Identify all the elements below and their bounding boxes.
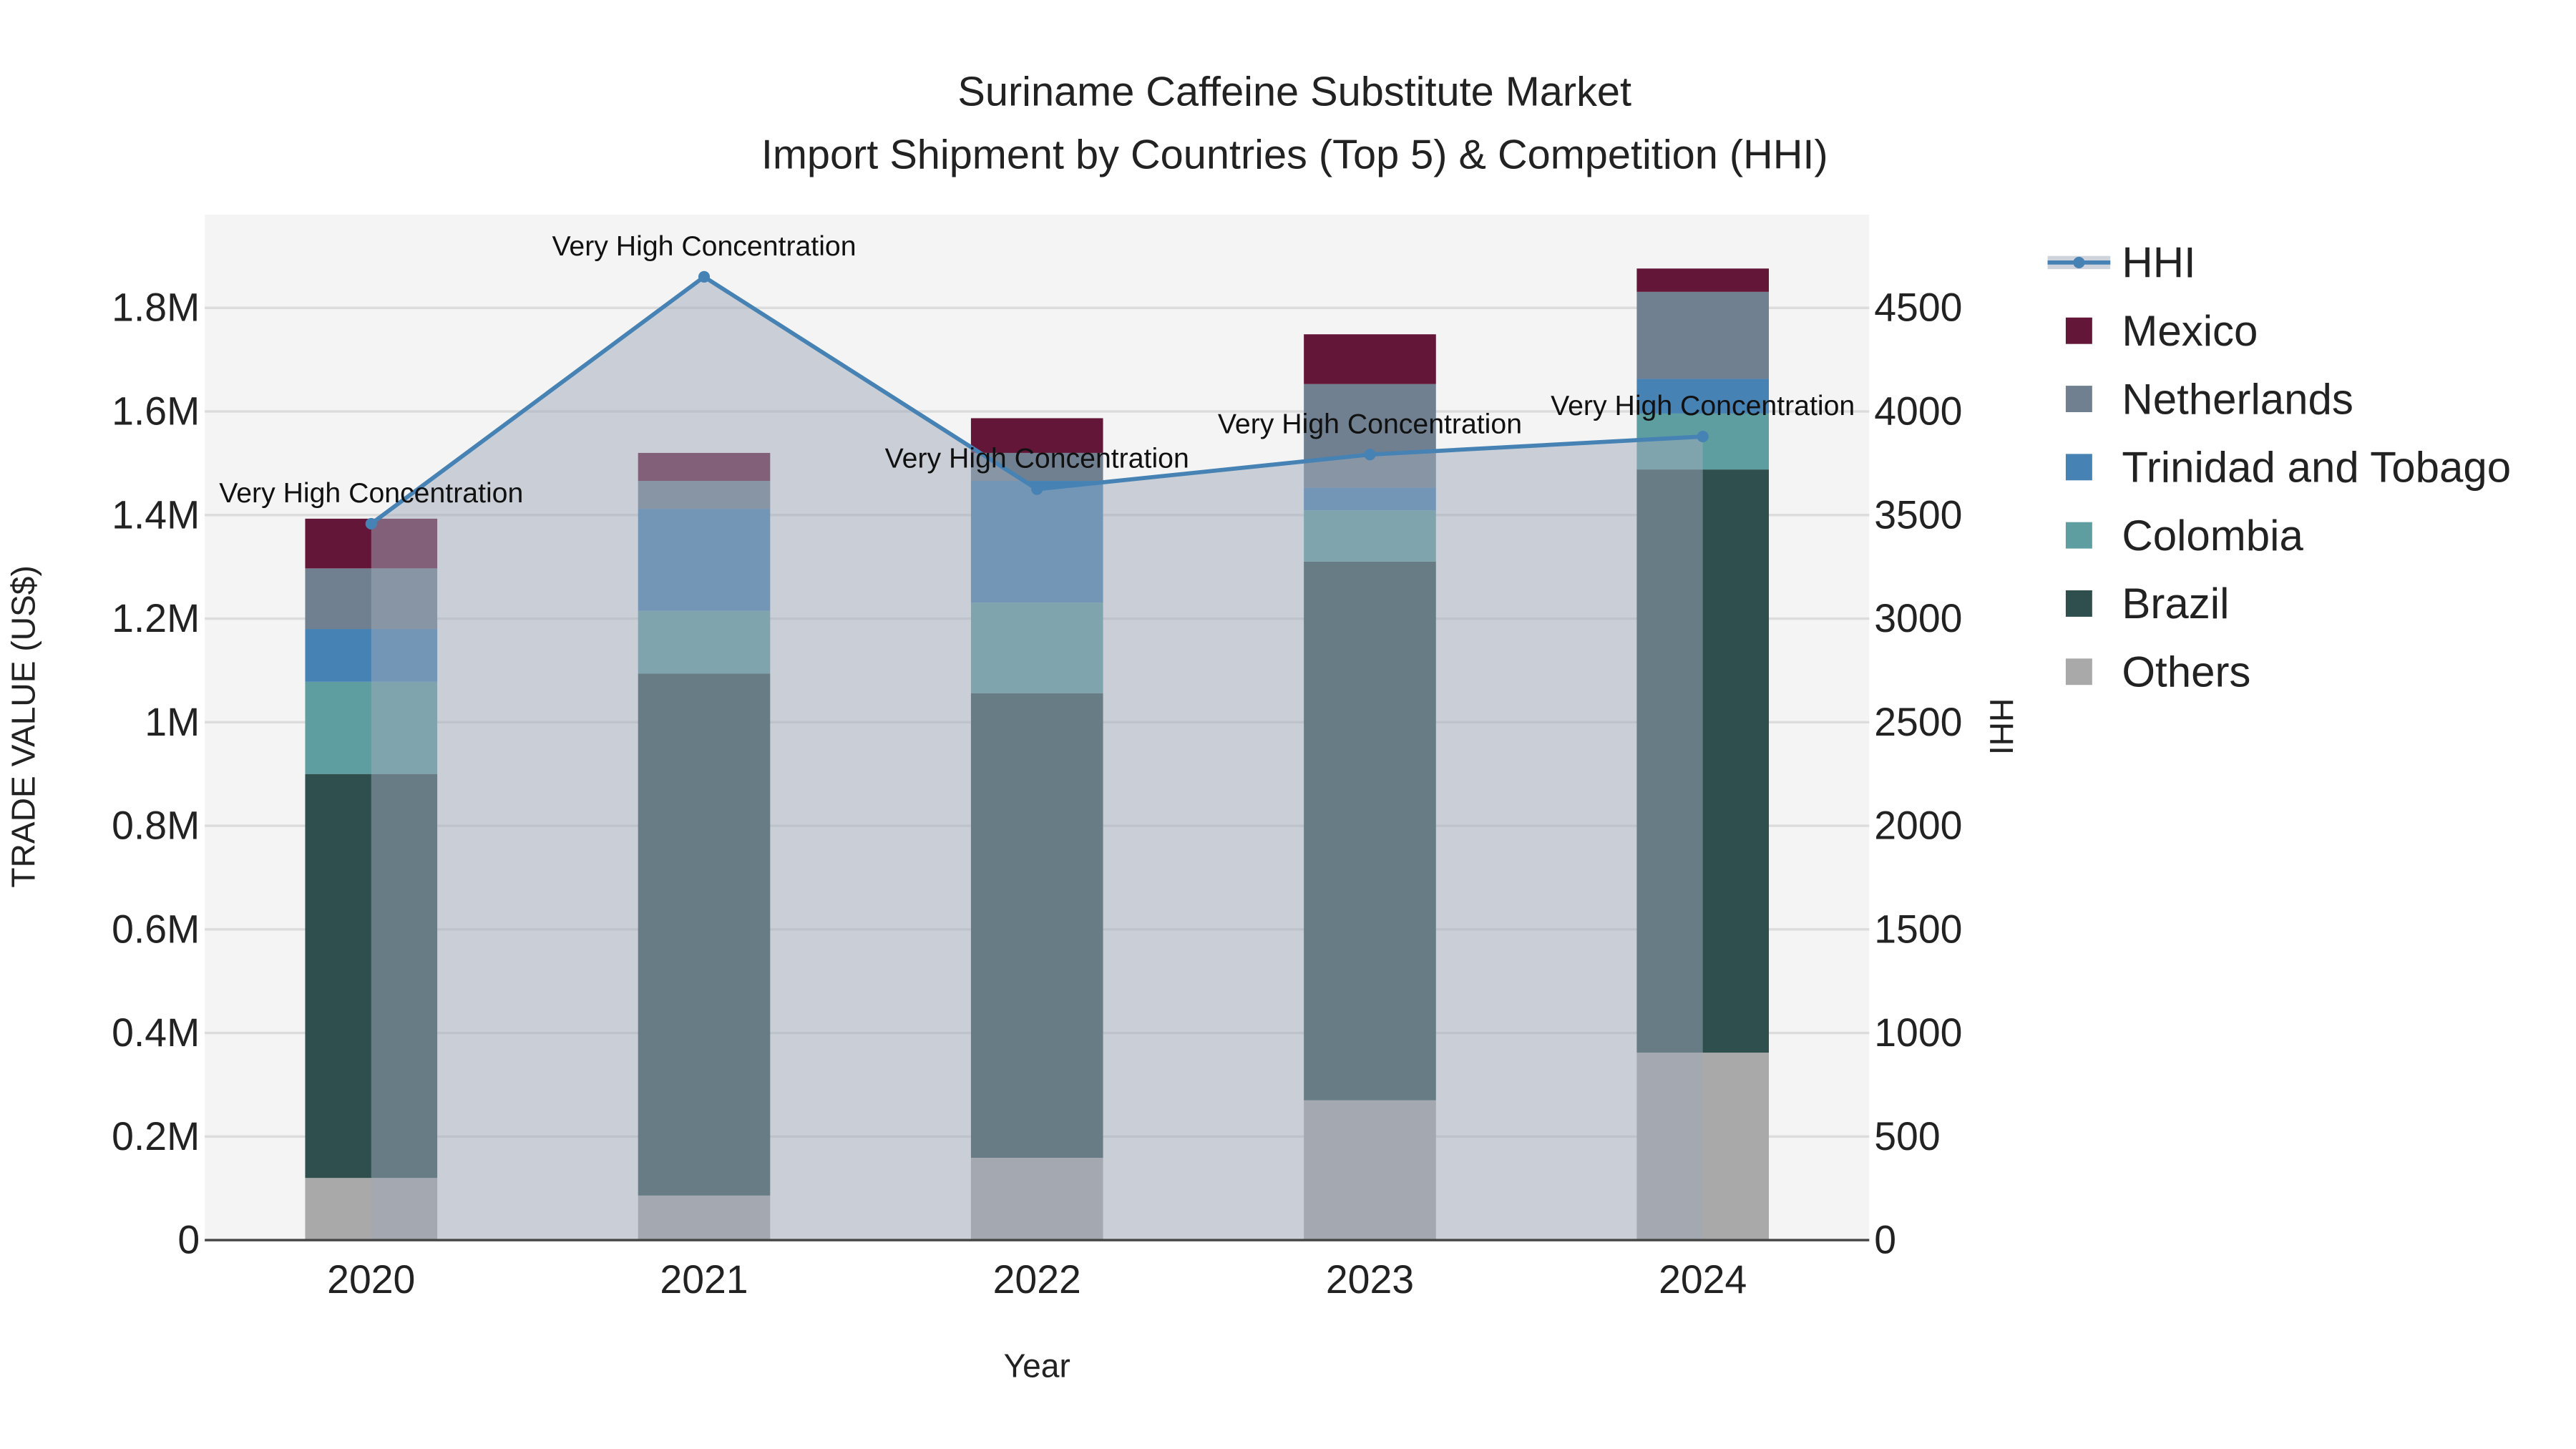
y-tick-label: 1.6M	[112, 389, 200, 433]
legend-swatch-netherlands	[2065, 386, 2092, 412]
y-tick-label: 1.2M	[112, 596, 200, 640]
y2-tick-label: 2500	[1874, 700, 1962, 744]
bar-netherlands	[1636, 291, 1769, 379]
hhi-point	[1031, 483, 1043, 495]
legend: HHI Mexico Netherlands Trinidad and Tobago C…	[2047, 239, 2511, 696]
bar-mexico	[1304, 334, 1436, 384]
y2-tick-label: 0	[1874, 1218, 1896, 1262]
chart: Very High Concentration Very High Concent…	[4, 69, 2511, 1385]
x-tick-label: 2020	[327, 1257, 415, 1302]
y-tick-label: 0.6M	[112, 907, 200, 951]
y2-tick-label: 4500	[1874, 286, 1962, 330]
hhi-point	[365, 517, 377, 530]
hhi-annotation: Very High Concentration	[1551, 390, 1855, 421]
x-tick-label: 2023	[1326, 1257, 1414, 1302]
y-axis-title: TRADE VALUE (US$)	[4, 565, 42, 887]
legend-swatch-brazil	[2065, 590, 2092, 617]
chart-title: Suriname Caffeine Substitute Market	[957, 69, 1631, 115]
y2-tick-label: 500	[1874, 1114, 1940, 1158]
y2-tick-label: 4000	[1874, 389, 1962, 433]
y2-tick-label: 3000	[1874, 596, 1962, 640]
hhi-point	[698, 270, 711, 283]
bar-mexico	[1636, 268, 1769, 292]
y2-tick-label: 1500	[1874, 907, 1962, 951]
x-axis-title: Year	[1004, 1347, 1070, 1385]
legend-label: Others	[2122, 648, 2250, 696]
y-tick-label: 1.4M	[112, 492, 200, 537]
x-tick-label: 2024	[1659, 1257, 1747, 1302]
hhi-annotation: Very High Concentration	[885, 443, 1189, 474]
y-tick-label: 1.8M	[112, 286, 200, 330]
hhi-point	[1697, 430, 1709, 443]
y-tick-label: 0.8M	[112, 804, 200, 848]
y2-axis-title: HHI	[1983, 698, 2020, 755]
y-tick-label: 0.2M	[112, 1114, 200, 1158]
y-tick-label: 1M	[145, 700, 200, 744]
y-tick-label: 0	[177, 1218, 200, 1262]
chart-subtitle: Import Shipment by Countries (Top 5) & C…	[761, 132, 1828, 177]
hhi-annotation: Very High Concentration	[552, 230, 856, 262]
x-tick-label: 2021	[660, 1257, 748, 1302]
hhi-annotation: Very High Concentration	[1218, 408, 1522, 439]
x-tick-label: 2022	[993, 1257, 1081, 1302]
hhi-point	[1364, 449, 1376, 461]
hhi-annotation: Very High Concentration	[219, 477, 523, 509]
y-tick-label: 0.4M	[112, 1010, 200, 1055]
legend-swatch-others	[2065, 658, 2092, 686]
legend-swatch-colombia	[2065, 522, 2092, 549]
legend-label: Colombia	[2122, 512, 2303, 560]
legend-label: Mexico	[2122, 307, 2258, 355]
legend-swatch-hhi-point	[2073, 256, 2085, 268]
legend-label: HHI	[2122, 239, 2195, 287]
legend-label: Netherlands	[2122, 375, 2353, 423]
y2-tick-label: 3500	[1874, 492, 1962, 537]
legend-label: Trinidad and Tobago	[2122, 444, 2511, 492]
legend-swatch-trinidad-and-tobago	[2065, 454, 2092, 481]
legend-swatch-mexico	[2065, 317, 2092, 344]
y2-tick-label: 2000	[1874, 804, 1962, 848]
legend-label: Brazil	[2122, 580, 2229, 628]
y2-tick-label: 1000	[1874, 1010, 1962, 1055]
